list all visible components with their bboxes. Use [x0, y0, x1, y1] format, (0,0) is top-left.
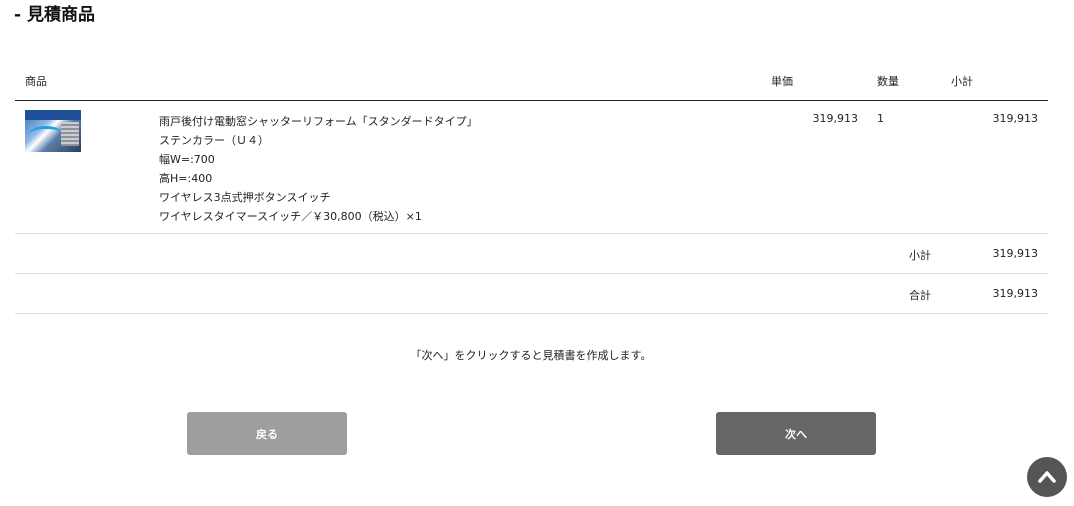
subtotal-row: 小計 319,913	[15, 234, 1048, 274]
header-subtotal: 小計	[951, 75, 973, 88]
page: - 見積商品 商品 単価 数量 小計 雨戸後付け電動窓シャッターリフォーム「スタ…	[0, 0, 1074, 506]
header-unit-price: 単価	[771, 75, 793, 88]
back-button[interactable]: 戻る	[187, 412, 347, 455]
total-row: 合計 319,913	[15, 274, 1048, 314]
subtotal-label: 小計	[909, 249, 931, 262]
header-quantity: 数量	[877, 75, 899, 88]
total-value: 319,913	[992, 287, 1039, 300]
header-product: 商品	[25, 75, 47, 88]
product-option-color: ステンカラー（Ｕ４）	[159, 134, 269, 147]
scroll-to-top-button[interactable]	[1027, 457, 1067, 497]
next-button[interactable]: 次へ	[716, 412, 876, 455]
subtotal-value: 319,913	[992, 247, 1039, 260]
total-label: 合計	[909, 289, 931, 302]
product-option-width: 幅W=:700	[159, 153, 215, 166]
table-header: 商品 単価 数量 小計	[15, 70, 1048, 101]
item-unit-price: 319,913	[812, 112, 859, 125]
item-subtotal: 319,913	[992, 112, 1039, 125]
product-option-timer: ワイヤレスタイマースイッチ／￥30,800（税込）×1	[159, 210, 422, 223]
product-thumbnail-image[interactable]	[25, 110, 81, 152]
instruction-note: 「次へ」をクリックすると見積書を作成します。	[410, 349, 652, 362]
product-name: 雨戸後付け電動窓シャッターリフォーム「スタンダードタイプ」	[159, 115, 478, 128]
table-row: 雨戸後付け電動窓シャッターリフォーム「スタンダードタイプ」 ステンカラー（Ｕ４）…	[15, 100, 1048, 234]
product-option-height: 高H=:400	[159, 172, 213, 185]
chevron-up-icon	[1038, 471, 1056, 483]
product-option-switch: ワイヤレス3点式押ボタンスイッチ	[159, 191, 331, 204]
product-details: 雨戸後付け電動窓シャッターリフォーム「スタンダードタイプ」 ステンカラー（Ｕ４）…	[159, 112, 478, 226]
item-quantity: 1	[877, 112, 884, 125]
section-title: - 見積商品	[14, 5, 95, 25]
